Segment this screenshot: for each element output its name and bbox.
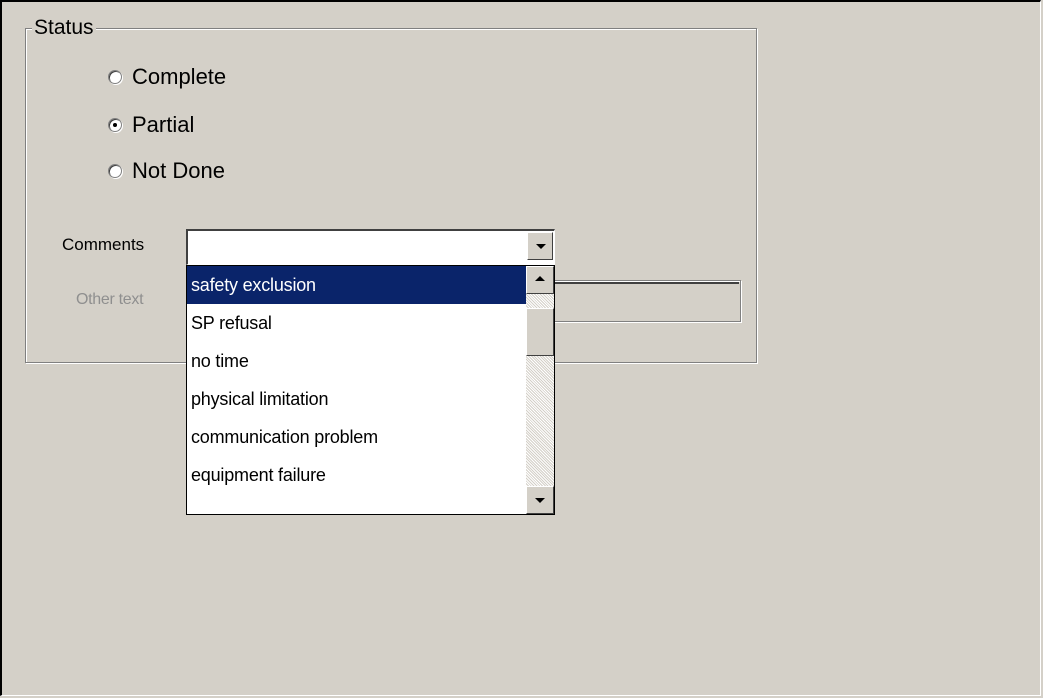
dropdown-option-no-time[interactable]: no time bbox=[187, 342, 526, 380]
scroll-down-arrow-icon bbox=[535, 498, 545, 503]
radio-partial[interactable]: Partial bbox=[108, 110, 194, 140]
dropdown-option-physical-limitation[interactable]: physical limitation bbox=[187, 380, 526, 418]
chevron-down-icon bbox=[536, 244, 546, 249]
dropdown-option-sp-refusal[interactable]: SP refusal bbox=[187, 304, 526, 342]
comments-dropdown-button[interactable] bbox=[527, 232, 553, 260]
comments-label: Comments bbox=[62, 235, 145, 254]
comments-combobox[interactable] bbox=[186, 229, 555, 265]
other-text-label: Other text bbox=[76, 291, 144, 308]
comments-dropdown-list[interactable]: safety exclusion SP refusal no time phys… bbox=[186, 265, 555, 515]
radio-not-done[interactable]: Not Done bbox=[108, 156, 225, 186]
dropdown-option-safety-exclusion[interactable]: safety exclusion bbox=[187, 266, 526, 304]
scroll-up-arrow-icon bbox=[535, 276, 545, 281]
dropdown-option-equipment-failure[interactable]: equipment failure bbox=[187, 456, 526, 494]
dropdown-option-communication-problem[interactable]: communication problem bbox=[187, 418, 526, 456]
dropdown-options: safety exclusion SP refusal no time phys… bbox=[187, 266, 526, 494]
radio-partial-circle-icon[interactable] bbox=[108, 118, 122, 132]
radio-not-done-circle-icon[interactable] bbox=[108, 164, 122, 178]
radio-complete-circle-icon[interactable] bbox=[108, 70, 122, 84]
scroll-down-button[interactable] bbox=[526, 486, 554, 514]
radio-not-done-label: Not Done bbox=[132, 158, 225, 183]
radio-partial-label: Partial bbox=[132, 112, 195, 137]
radio-complete-label: Complete bbox=[132, 64, 227, 89]
radio-complete[interactable]: Complete bbox=[108, 62, 226, 92]
scroll-up-button[interactable] bbox=[526, 266, 554, 294]
dropdown-scrollbar[interactable] bbox=[526, 266, 554, 514]
other-text-field-divider bbox=[552, 282, 739, 284]
status-group-title: Status bbox=[32, 16, 96, 40]
scrollbar-thumb[interactable] bbox=[526, 308, 554, 356]
